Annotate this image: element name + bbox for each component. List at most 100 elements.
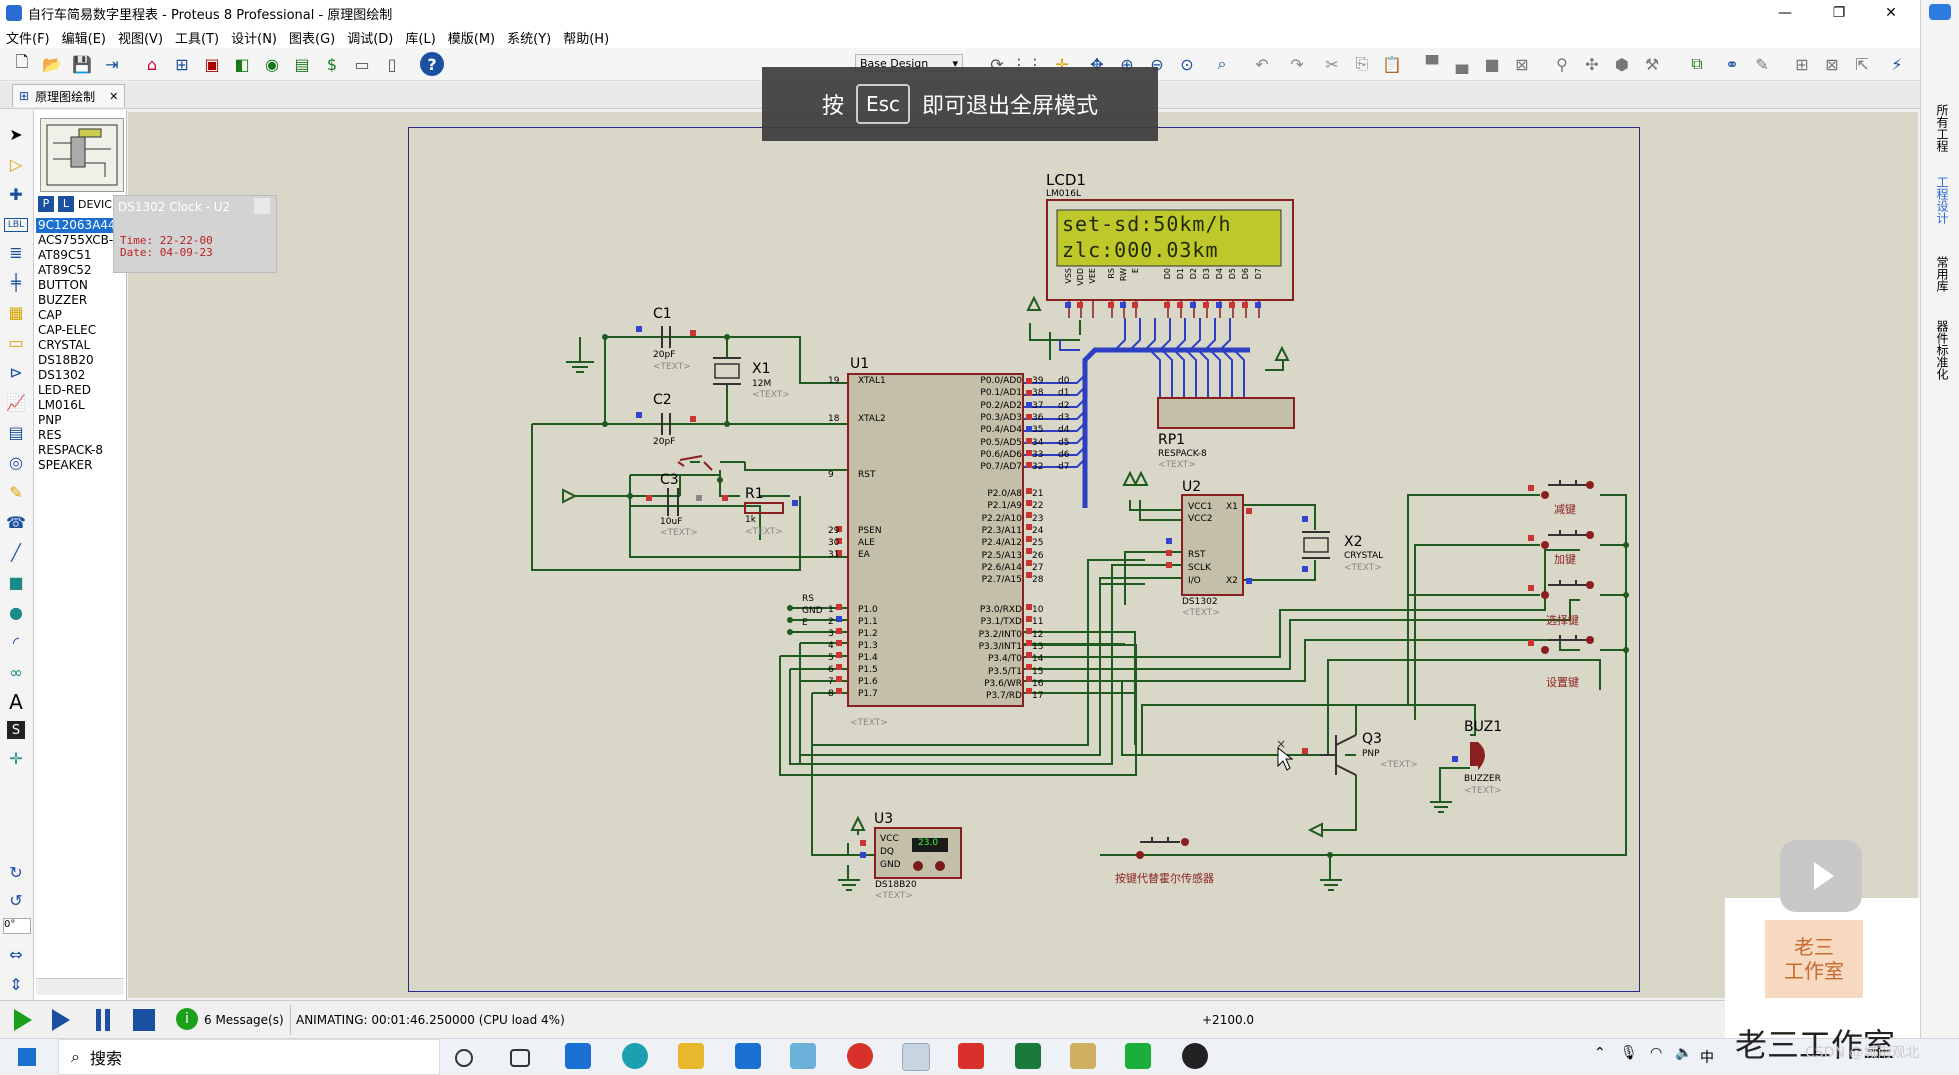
volume-icon[interactable]: 🔈 <box>1675 1045 1692 1061</box>
c1-ref: C1 <box>653 306 672 322</box>
pin-number: 8 <box>828 689 834 699</box>
u3-ref: U3 <box>874 811 894 827</box>
u3-pin-vcc: VCC <box>880 834 899 844</box>
r1-resistor[interactable] <box>744 502 784 514</box>
app-icon[interactable] <box>790 1043 816 1069</box>
u2-pin-rst: RST <box>1188 550 1206 560</box>
lcd-pin-label: D5 <box>1228 268 1237 280</box>
u1-left-pin: 5 P1.4 <box>800 653 880 665</box>
u1-right-pin: P0.5/AD5 34 d5 <box>960 438 1070 450</box>
tray-chevron-icon[interactable]: ⌃ <box>1594 1045 1606 1061</box>
u1-right-pin: P2.7/A15 28 <box>960 575 1070 587</box>
rp1-resistor-pack[interactable] <box>1157 397 1295 429</box>
lcd-pin-label: VEE <box>1088 268 1097 284</box>
right-tab-project-design[interactable]: 工程设计 <box>1931 176 1949 224</box>
lcd-pin-label: D7 <box>1254 268 1263 280</box>
cortana-icon[interactable] <box>455 1049 473 1067</box>
mail-app-icon[interactable] <box>735 1043 761 1069</box>
toast-esc-key: Esc <box>855 84 911 124</box>
pin-name: P0.3/AD3 <box>980 412 1022 423</box>
u1-right-pin: P0.0/AD0 39 d0 <box>960 376 1070 388</box>
pin-net-label: d7 <box>1058 462 1070 473</box>
right-tab-standardization[interactable]: 器件标准化 <box>1931 320 1949 380</box>
u1-right-pin: P3.7/RD 17 <box>960 691 1070 703</box>
stop-icon[interactable] <box>133 1009 155 1031</box>
proteus-taskbar-icon[interactable] <box>902 1043 930 1071</box>
wifi-icon[interactable]: ◠ <box>1650 1045 1662 1061</box>
rp1-text: <TEXT> <box>1158 460 1196 470</box>
pin-name: P1.7 <box>858 689 878 699</box>
search-icon: ⌕ <box>71 1047 80 1066</box>
lcd-pin-states <box>1065 302 1261 308</box>
buz1-buzzer[interactable] <box>1470 742 1485 770</box>
app-icon-2[interactable] <box>1070 1043 1096 1069</box>
pin-number: 14 <box>1032 654 1044 665</box>
p1-net-e: E <box>802 618 808 628</box>
cloud-icon[interactable] <box>1929 4 1951 20</box>
x2-crystal[interactable] <box>1302 531 1330 559</box>
u2-pin-x1: X1 <box>1226 502 1238 512</box>
video-play-logo-icon <box>1780 840 1862 912</box>
app-icon-3[interactable] <box>1182 1043 1208 1069</box>
u2-pin-vcc2: VCC2 <box>1188 514 1213 524</box>
status-bar: i 6 Message(s) ANIMATING: 00:01:46.25000… <box>0 1000 1920 1039</box>
u3-down-button[interactable] <box>913 861 923 871</box>
task-view-icon[interactable] <box>510 1049 530 1067</box>
pin-name: P0.7/AD7 <box>980 462 1022 473</box>
pin-name: P2.4/A12 <box>981 538 1022 549</box>
u2-ref: U2 <box>1182 479 1202 495</box>
right-tab-all-projects[interactable]: 所有工程 <box>1931 104 1949 152</box>
c2-ref: C2 <box>653 392 672 408</box>
u1-right-pin: P0.4/AD4 35 d4 <box>960 425 1070 437</box>
u1-ref: U1 <box>850 356 870 372</box>
taskbar-search-box[interactable]: ⌕ 搜索 <box>58 1039 440 1075</box>
pin-number: 11 <box>1032 617 1044 628</box>
popup-close-button[interactable] <box>254 198 270 214</box>
pin-number: 10 <box>1032 605 1044 615</box>
right-tab-common-library[interactable]: 常用库 <box>1931 256 1949 292</box>
pin-number: 32 <box>1032 462 1044 473</box>
u1-right-pin: P2.6/A14 27 <box>960 563 1070 575</box>
pin-number: 2 <box>828 617 834 627</box>
u1-right-pin: P2.1/A9 22 <box>960 501 1070 513</box>
buz1-text: <TEXT> <box>1464 786 1502 796</box>
wechat-app-icon[interactable] <box>1125 1043 1151 1069</box>
pin-number: 23 <box>1032 513 1044 524</box>
pin-number: 38 <box>1032 388 1044 399</box>
edge-app-icon[interactable] <box>622 1043 648 1069</box>
ime-indicator[interactable]: 中 <box>1700 1047 1714 1067</box>
pin-name: ALE <box>858 538 875 548</box>
u1-right-pin: P3.0/RXD 10 <box>960 605 1070 617</box>
microphone-icon[interactable]: 🎙 <box>1620 1045 1638 1061</box>
explorer-app-icon[interactable] <box>678 1043 704 1069</box>
hall-sensor-label: 按键代替霍尔传感器 <box>1115 872 1214 885</box>
u3-up-button[interactable] <box>935 861 945 871</box>
netease-music-icon[interactable] <box>847 1043 873 1069</box>
pin-name: P0.0/AD0 <box>980 376 1022 386</box>
play-triangle-icon <box>1814 862 1834 890</box>
r1-ref: R1 <box>745 486 764 502</box>
play-icon[interactable] <box>14 1009 32 1031</box>
lcd-pin-label: D1 <box>1176 268 1185 280</box>
excel-app-icon[interactable] <box>1015 1043 1041 1069</box>
pin-name: P3.0/RXD <box>979 605 1022 615</box>
messages-count[interactable]: 6 Message(s) <box>204 1013 284 1027</box>
u2-pin-sclk: SCLK <box>1188 563 1211 573</box>
store-app-icon[interactable] <box>565 1043 591 1069</box>
lcd1-ref: LCD1 <box>1046 171 1086 189</box>
u2-pin-x2: X2 <box>1226 576 1238 586</box>
u2-text: <TEXT> <box>1182 608 1220 618</box>
lcd1-part: LM016L <box>1046 189 1081 199</box>
messages-icon[interactable]: i <box>176 1008 198 1030</box>
windows-start-icon[interactable] <box>18 1048 36 1066</box>
u1-right-pin: P3.2/INT0 12 <box>960 630 1070 642</box>
pin-name: P1.2 <box>858 629 878 639</box>
pause-icon[interactable] <box>96 1009 101 1031</box>
step-icon[interactable] <box>52 1009 70 1031</box>
x1-crystal[interactable] <box>713 357 741 385</box>
p1-net-rs: RS <box>802 594 814 604</box>
toast-suffix: 即可退出全屏模式 <box>922 94 1099 119</box>
rp1-part: RESPACK-8 <box>1158 449 1207 459</box>
ds1302-clock-popup[interactable]: DS1302 Clock - U2 Time: 22-22-00 Date: 0… <box>113 195 277 273</box>
wps-app-icon[interactable] <box>958 1043 984 1069</box>
